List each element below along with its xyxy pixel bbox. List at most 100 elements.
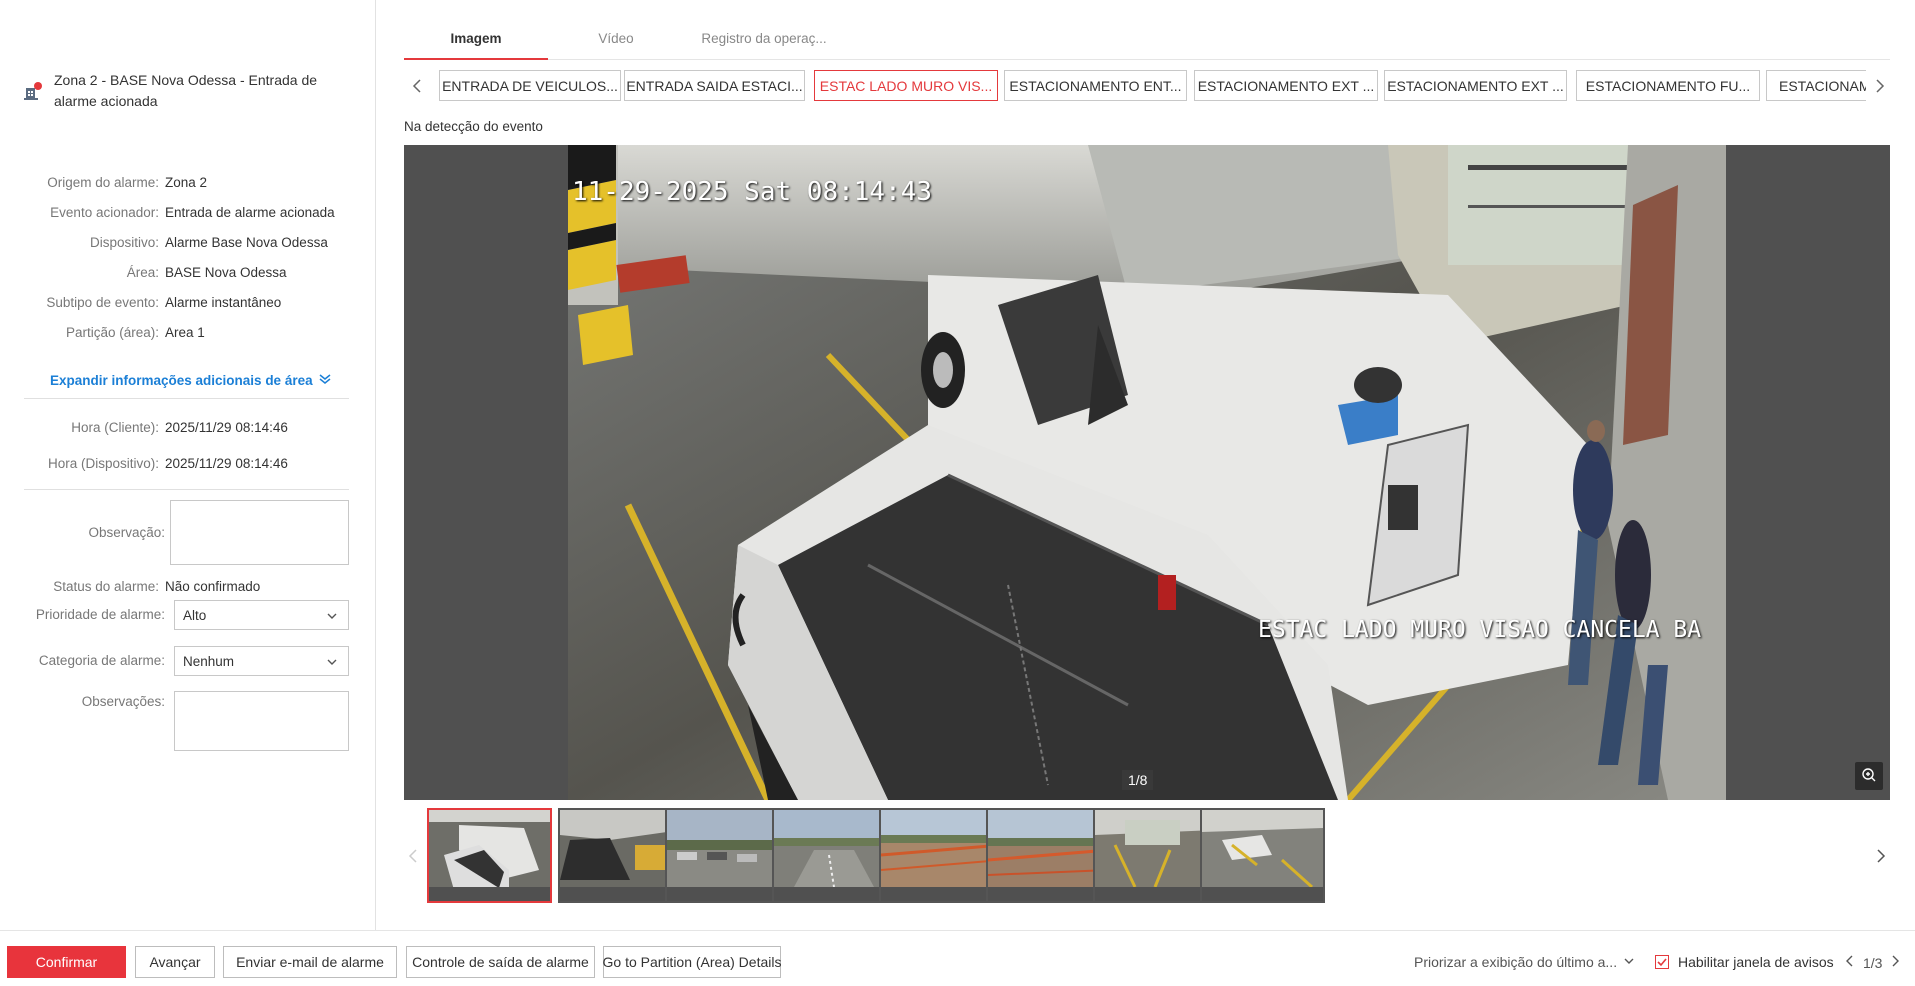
- camera-tab-label: ESTACIONAMENTO FU...: [1585, 77, 1751, 94]
- chevron-left-icon[interactable]: [408, 76, 428, 96]
- detail-label: Subtipo de evento:: [46, 294, 159, 310]
- thumbnail-image: [774, 810, 895, 901]
- priority-select[interactable]: Alto: [174, 600, 349, 630]
- camera-tab-active[interactable]: ESTAC LADO MURO VIS...: [814, 70, 998, 101]
- zoom-in-button[interactable]: [1855, 762, 1883, 790]
- pager-label: 1/3: [1863, 954, 1883, 971]
- priority-label: Prioridade de alarme:: [35, 607, 165, 622]
- tab-label: Vídeo: [598, 31, 634, 46]
- tab-video[interactable]: Vídeo: [548, 26, 684, 60]
- action-footer: Confirmar Avançar Enviar e-mail de alarm…: [0, 930, 1915, 986]
- detail-value: Alarme Base Nova Odessa: [165, 234, 328, 250]
- chevron-left-icon[interactable]: [1843, 953, 1857, 972]
- tab-operation-log[interactable]: Registro da operaç...: [684, 26, 844, 60]
- detail-row-area: Área: BASE Nova Odessa: [0, 262, 376, 282]
- send-email-button[interactable]: Enviar e-mail de alarme: [223, 946, 397, 978]
- camera-tab[interactable]: ESTACIONAM: [1766, 70, 1866, 101]
- observation-label: Observação:: [88, 525, 165, 540]
- thumbnail[interactable]: [1200, 808, 1325, 903]
- detail-label: Dispositivo:: [89, 234, 159, 250]
- camera-snapshot: 11-29-2025 Sat 08:14:43 ESTAC LADO MURO …: [568, 145, 1726, 800]
- category-select[interactable]: Nenhum: [174, 646, 349, 676]
- camera-tab-label: ESTACIONAMENTO EXT ...: [1197, 77, 1375, 94]
- camera-tab[interactable]: ESTACIONAMENTO EXT ...: [1384, 70, 1567, 101]
- checkmark-icon: [1657, 958, 1667, 967]
- expand-area-info-link[interactable]: Expandir informações adicionais de área: [50, 372, 332, 389]
- thumbnail-image: [988, 810, 1109, 901]
- camera-tab[interactable]: ENTRADA DE VEICULOS...: [439, 70, 621, 101]
- detail-label: Partição (área):: [65, 324, 159, 340]
- garage-scene-image: [568, 145, 1726, 800]
- tab-image[interactable]: Imagem: [404, 26, 548, 60]
- alarm-header: Zona 2 - BASE Nova Odessa - Entrada de a…: [24, 70, 354, 112]
- partition-details-button[interactable]: Go to Partition (Area) Details: [603, 946, 781, 978]
- time-label: Hora (Dispositivo):: [47, 455, 159, 471]
- observation-textarea[interactable]: [170, 500, 349, 565]
- enable-popup-label: Habilitar janela de avisos: [1678, 954, 1834, 970]
- camera-tab[interactable]: ESTACIONAMENTO EXT ...: [1194, 70, 1378, 101]
- detail-value: Zona 2: [165, 174, 208, 190]
- camera-tab-label: ENTRADA SAIDA ESTACI...: [626, 77, 803, 94]
- enable-popup-checkbox[interactable]: [1655, 955, 1669, 969]
- alarm-details-panel: Zona 2 - BASE Nova Odessa - Entrada de a…: [0, 0, 376, 930]
- chevron-right-icon[interactable]: [1870, 846, 1890, 866]
- camera-tab-label: ESTACIONAMENTO EXT ...: [1387, 77, 1564, 94]
- chevron-left-icon[interactable]: [404, 846, 424, 866]
- tab-label: Imagem: [450, 31, 502, 46]
- chevron-right-icon[interactable]: [1869, 76, 1889, 96]
- thumbnail-image: [1202, 810, 1323, 901]
- detail-value: Alarme instantâneo: [165, 294, 282, 310]
- divider: [24, 398, 349, 399]
- time-value: 2025/11/29 08:14:46: [165, 455, 288, 471]
- thumbnail[interactable]: [427, 808, 552, 903]
- detail-row-origin: Origem do alarme: Zona 2: [0, 172, 376, 192]
- osd-timestamp: 11-29-2025 Sat 08:14:43: [572, 177, 933, 207]
- detail-label: Evento acionador:: [50, 204, 159, 220]
- prioritize-dropdown[interactable]: Priorizar a exibição do último a...: [1414, 954, 1635, 970]
- status-label: Status do alarme:: [53, 578, 159, 594]
- remarks-label: Observações:: [81, 694, 165, 709]
- detail-row-trigger: Evento acionador: Entrada de alarme acio…: [0, 202, 376, 222]
- alarm-output-control-button[interactable]: Controle de saída de alarme: [406, 946, 595, 978]
- confirm-button[interactable]: Confirmar: [7, 946, 126, 978]
- camera-tab-label: ENTRADA DE VEICULOS...: [442, 77, 618, 94]
- detail-row-partition: Partição (área): Area 1: [0, 322, 376, 342]
- camera-tab-label: ESTACIONAM: [1779, 77, 1866, 94]
- image-viewer[interactable]: 11-29-2025 Sat 08:14:43 ESTAC LADO MURO …: [404, 145, 1890, 800]
- camera-strip: ENTRADA DE VEICULOS... ENTRADA SAIDA EST…: [404, 70, 1894, 102]
- event-label: Na detecção do evento: [404, 119, 543, 134]
- camera-tab[interactable]: ENTRADA SAIDA ESTACI...: [624, 70, 805, 101]
- thumbnail-image: [667, 810, 788, 901]
- double-chevron-down-icon: [318, 372, 332, 389]
- image-counter: 1/8: [1122, 770, 1154, 790]
- detail-label: Área:: [126, 264, 159, 280]
- time-label: Hora (Cliente):: [71, 419, 159, 435]
- alarm-title: Zona 2 - BASE Nova Odessa - Entrada de a…: [54, 72, 318, 109]
- time-value: 2025/11/29 08:14:46: [165, 419, 288, 435]
- time-row-device: Hora (Dispositivo): 2025/11/29 08:14:46: [0, 453, 376, 473]
- detail-value: Area 1: [165, 324, 205, 340]
- chevron-right-icon[interactable]: [1888, 953, 1902, 972]
- thumbnail-strip: [404, 806, 1890, 906]
- divider: [24, 489, 349, 490]
- detail-label: Origem do alarme:: [47, 174, 159, 190]
- remarks-textarea[interactable]: [174, 691, 349, 751]
- chevron-down-icon: [326, 656, 338, 671]
- camera-tab[interactable]: ESTACIONAMENTO ENT...: [1004, 70, 1187, 101]
- thumbnail-image: [881, 810, 1002, 901]
- camera-tab-label: ESTAC LADO MURO VIS...: [819, 77, 993, 94]
- thumbnail-image: [560, 810, 681, 901]
- status-value: Não confirmado: [165, 578, 261, 594]
- next-button[interactable]: Avançar: [135, 946, 215, 978]
- pager: 1/3: [1843, 953, 1902, 972]
- detail-value: Entrada de alarme acionada: [165, 204, 335, 220]
- camera-tab-label: ESTACIONAMENTO ENT...: [1009, 77, 1182, 94]
- media-tabs: Imagem Vídeo Registro da operaç...: [404, 26, 1890, 60]
- time-row-client: Hora (Cliente): 2025/11/29 08:14:46: [0, 417, 376, 437]
- status-row: Status do alarme: Não confirmado: [0, 576, 376, 596]
- category-label: Categoria de alarme:: [38, 653, 165, 668]
- camera-tab[interactable]: ESTACIONAMENTO FU...: [1576, 70, 1760, 101]
- priority-value: Alto: [183, 607, 207, 623]
- thumbnail-image: [1095, 810, 1216, 901]
- detail-row-device: Dispositivo: Alarme Base Nova Odessa: [0, 232, 376, 252]
